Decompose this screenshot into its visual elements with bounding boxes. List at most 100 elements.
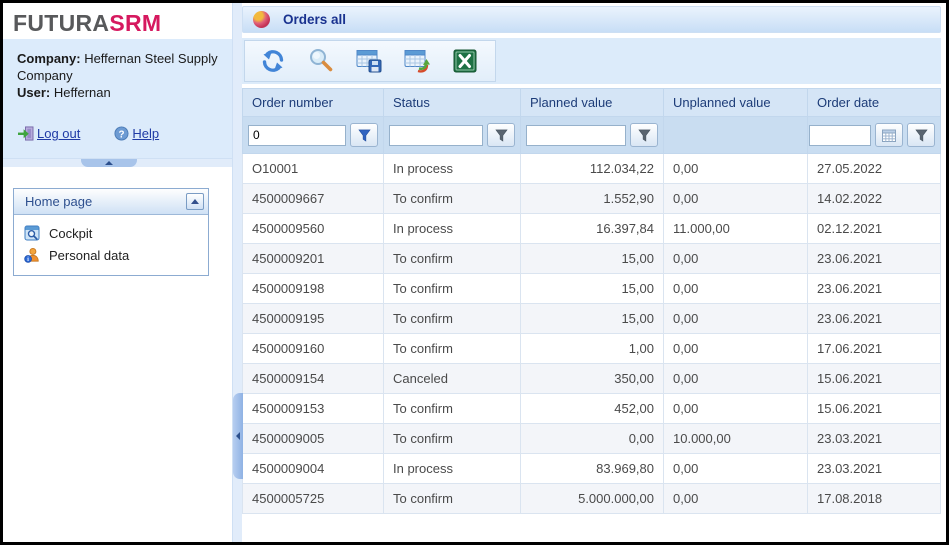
table-row[interactable]: 4500009154 Canceled 350,00 0,00 15.06.20… xyxy=(243,364,941,394)
cell-order-date: 23.06.2021 xyxy=(808,304,941,334)
order-date-filter-button[interactable] xyxy=(907,123,935,147)
cell-unplanned-value: 0,00 xyxy=(664,454,808,484)
sidebar-item-personal-data[interactable]: i Personal data xyxy=(14,244,208,266)
logout-icon xyxy=(17,126,34,141)
table-row[interactable]: 4500009160 To confirm 1,00 0,00 17.06.20… xyxy=(243,334,941,364)
order-number-filter-input[interactable] xyxy=(248,125,346,146)
page-title: Orders all xyxy=(283,12,346,27)
cell-order-date: 15.06.2021 xyxy=(808,364,941,394)
logo-accent-text: SRM xyxy=(109,10,161,36)
save-table-layout-button[interactable] xyxy=(345,42,393,80)
app-logo: FUTURASRM xyxy=(3,3,232,39)
cell-planned-value: 350,00 xyxy=(521,364,664,394)
cell-unplanned-value: 0,00 xyxy=(664,364,808,394)
cell-unplanned-value: 0,00 xyxy=(664,274,808,304)
company-line: Company: Heffernan Steel Supply Company xyxy=(17,50,220,84)
svg-text:?: ? xyxy=(119,129,125,140)
cell-unplanned-value: 0,00 xyxy=(664,394,808,424)
user-value: Heffernan xyxy=(54,85,111,100)
cell-status: In process xyxy=(384,454,521,484)
cell-order-number: 4500009004 xyxy=(243,454,384,484)
export-table-layout-button[interactable] xyxy=(393,42,441,80)
page-titlebar: Orders all xyxy=(242,6,941,33)
refresh-button[interactable] xyxy=(249,42,297,80)
cell-order-number: 4500009153 xyxy=(243,394,384,424)
cell-order-date: 17.06.2021 xyxy=(808,334,941,364)
company-label: Company: xyxy=(17,51,81,66)
cell-unplanned-value: 0,00 xyxy=(664,334,808,364)
toolbar xyxy=(242,38,941,84)
table-row[interactable]: 4500009004 In process 83.969,80 0,00 23.… xyxy=(243,454,941,484)
cell-order-number: 4500009198 xyxy=(243,274,384,304)
logout-link[interactable]: Log out xyxy=(17,125,80,142)
cell-order-number: 4500009201 xyxy=(243,244,384,274)
column-header-order-date[interactable]: Order date xyxy=(808,89,941,117)
panel-collapse-button[interactable] xyxy=(186,193,204,210)
excel-export-icon xyxy=(452,48,478,74)
table-row[interactable]: 4500009195 To confirm 15,00 0,00 23.06.2… xyxy=(243,304,941,334)
refresh-icon xyxy=(259,47,287,75)
cell-status: To confirm xyxy=(384,304,521,334)
cell-order-date: 23.03.2021 xyxy=(808,454,941,484)
cell-unplanned-value: 0,00 xyxy=(664,184,808,214)
app-window: FUTURASRM Company: Heffernan Steel Suppl… xyxy=(0,0,949,545)
cell-order-date: 23.06.2021 xyxy=(808,274,941,304)
collapse-up-handle[interactable] xyxy=(81,159,137,167)
column-header-order-number[interactable]: Order number xyxy=(243,89,384,117)
cell-planned-value: 83.969,80 xyxy=(521,454,664,484)
cell-planned-value: 452,00 xyxy=(521,394,664,424)
navigation-area: Home page Cockpit xyxy=(3,167,232,542)
cell-planned-value: 0,00 xyxy=(521,424,664,454)
cell-planned-value: 1,00 xyxy=(521,334,664,364)
toolbar-group xyxy=(244,40,496,82)
status-filter-button[interactable] xyxy=(487,123,515,147)
table-row[interactable]: 4500009560 In process 16.397,84 11.000,0… xyxy=(243,214,941,244)
help-label: Help xyxy=(132,125,159,142)
filter-funnel-icon xyxy=(915,129,928,142)
table-row[interactable]: 4500009667 To confirm 1.552,90 0,00 14.0… xyxy=(243,184,941,214)
sidebar-item-label: Personal data xyxy=(49,248,129,263)
cell-unplanned-value: 10.000,00 xyxy=(664,424,808,454)
table-filter-row xyxy=(243,117,941,154)
planned-value-filter-input[interactable] xyxy=(526,125,626,146)
save-table-layout-icon xyxy=(355,47,383,75)
cell-unplanned-value: 0,00 xyxy=(664,244,808,274)
excel-export-button[interactable] xyxy=(441,42,489,80)
table-row[interactable]: O10001 In process 112.034,22 0,00 27.05.… xyxy=(243,154,941,184)
cell-order-number: O10001 xyxy=(243,154,384,184)
cell-status: In process xyxy=(384,154,521,184)
order-date-calendar-button[interactable] xyxy=(875,123,903,147)
planned-value-filter-button[interactable] xyxy=(630,123,658,147)
cell-order-date: 17.08.2018 xyxy=(808,484,941,514)
table-row[interactable]: 4500005725 To confirm 5.000.000,00 0,00 … xyxy=(243,484,941,514)
filter-funnel-icon xyxy=(495,129,508,142)
table-row[interactable]: 4500009198 To confirm 15,00 0,00 23.06.2… xyxy=(243,274,941,304)
column-header-planned-value[interactable]: Planned value xyxy=(521,89,664,117)
cell-status: To confirm xyxy=(384,334,521,364)
vertical-splitter[interactable] xyxy=(232,3,242,542)
cell-status: To confirm xyxy=(384,484,521,514)
home-page-panel-header[interactable]: Home page xyxy=(14,189,208,215)
cell-order-number: 4500009005 xyxy=(243,424,384,454)
orders-sphere-icon xyxy=(253,11,270,28)
table-row[interactable]: 4500009201 To confirm 15,00 0,00 23.06.2… xyxy=(243,244,941,274)
sidebar-item-label: Cockpit xyxy=(49,226,92,241)
cell-order-date: 27.05.2022 xyxy=(808,154,941,184)
search-button[interactable] xyxy=(297,42,345,80)
help-link[interactable]: ? Help xyxy=(114,125,159,142)
cell-order-number: 4500005725 xyxy=(243,484,384,514)
order-number-filter-button[interactable] xyxy=(350,123,378,147)
personal-data-icon: i xyxy=(24,247,40,263)
sidebar-horizontal-splitter[interactable] xyxy=(3,158,232,167)
panel-title: Home page xyxy=(25,194,92,209)
table-row[interactable]: 4500009005 To confirm 0,00 10.000,00 23.… xyxy=(243,424,941,454)
column-header-status[interactable]: Status xyxy=(384,89,521,117)
table-row[interactable]: 4500009153 To confirm 452,00 0,00 15.06.… xyxy=(243,394,941,424)
order-date-filter-input[interactable] xyxy=(809,125,871,146)
cell-unplanned-value: 0,00 xyxy=(664,484,808,514)
column-header-unplanned-value[interactable]: Unplanned value xyxy=(664,89,808,117)
status-filter-input[interactable] xyxy=(389,125,483,146)
collapse-left-handle[interactable] xyxy=(233,393,243,479)
help-icon: ? xyxy=(114,126,129,141)
sidebar-item-cockpit[interactable]: Cockpit xyxy=(14,222,208,244)
